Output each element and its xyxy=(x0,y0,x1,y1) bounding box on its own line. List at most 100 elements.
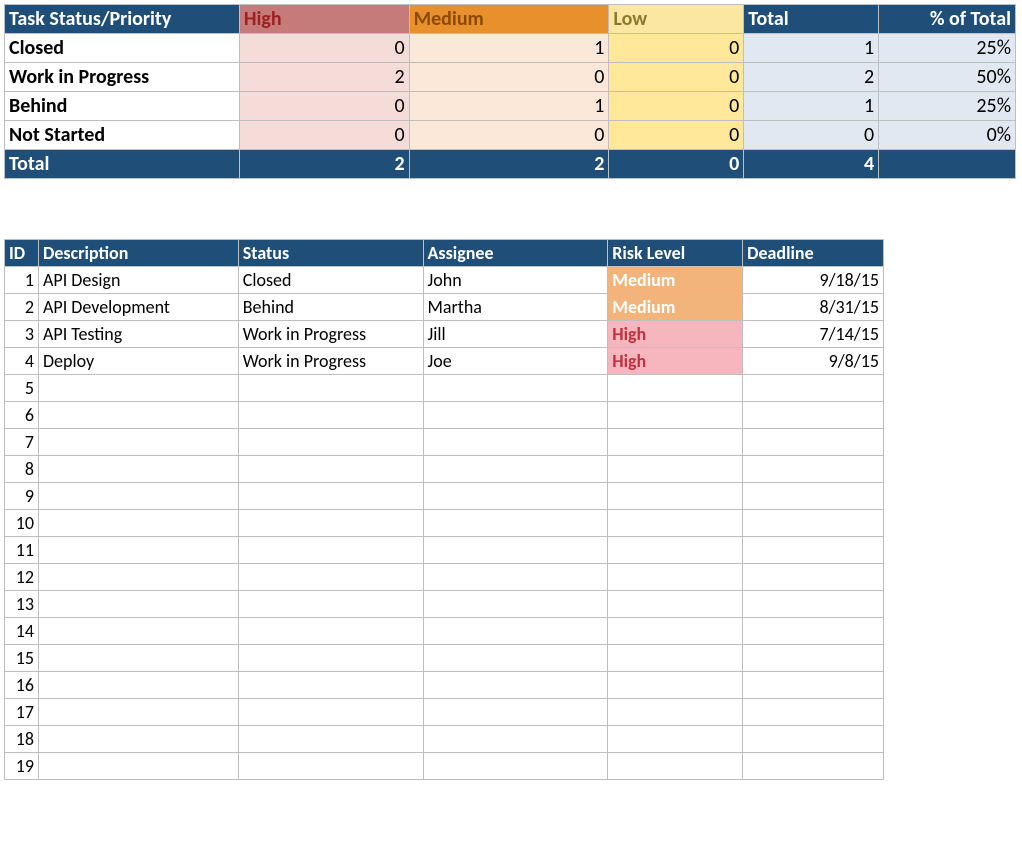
task-id[interactable]: 13 xyxy=(5,591,39,618)
totals-total[interactable]: 4 xyxy=(744,150,879,179)
cell[interactable] xyxy=(423,402,608,429)
cell[interactable]: 0 xyxy=(609,34,744,63)
col-deadline[interactable]: Deadline xyxy=(743,240,884,267)
cell[interactable] xyxy=(238,456,423,483)
task-id[interactable]: 15 xyxy=(5,645,39,672)
cell[interactable] xyxy=(423,645,608,672)
cell[interactable] xyxy=(38,618,238,645)
cell[interactable] xyxy=(743,672,884,699)
cell[interactable] xyxy=(743,456,884,483)
cell[interactable] xyxy=(238,753,423,780)
cell[interactable] xyxy=(423,456,608,483)
task-deadline[interactable]: 7/14/15 xyxy=(743,321,884,348)
task-id[interactable]: 9 xyxy=(5,483,39,510)
cell[interactable] xyxy=(238,564,423,591)
totals-label[interactable]: Total xyxy=(5,150,240,179)
cell[interactable] xyxy=(38,564,238,591)
cell[interactable] xyxy=(238,672,423,699)
col-pct[interactable]: % of Total xyxy=(879,5,1016,34)
cell[interactable] xyxy=(238,429,423,456)
cell[interactable]: 1 xyxy=(744,92,879,121)
cell[interactable] xyxy=(743,699,884,726)
cell[interactable]: 2 xyxy=(239,63,409,92)
cell[interactable]: 0 xyxy=(609,92,744,121)
task-description[interactable]: API Design xyxy=(38,267,238,294)
cell[interactable] xyxy=(238,645,423,672)
cell[interactable]: 0 xyxy=(744,121,879,150)
task-risk[interactable]: Medium xyxy=(608,294,743,321)
cell[interactable] xyxy=(38,672,238,699)
cell[interactable] xyxy=(608,456,743,483)
cell[interactable] xyxy=(423,429,608,456)
cell[interactable] xyxy=(38,753,238,780)
totals-low[interactable]: 0 xyxy=(609,150,744,179)
cell[interactable] xyxy=(238,699,423,726)
cell[interactable] xyxy=(38,537,238,564)
task-deadline[interactable]: 9/18/15 xyxy=(743,267,884,294)
cell[interactable]: 0 xyxy=(409,63,609,92)
task-id[interactable]: 2 xyxy=(5,294,39,321)
totals-medium[interactable]: 2 xyxy=(409,150,609,179)
cell[interactable] xyxy=(38,429,238,456)
task-status[interactable]: Work in Progress xyxy=(238,321,423,348)
cell[interactable] xyxy=(423,483,608,510)
cell[interactable] xyxy=(743,510,884,537)
task-description[interactable]: API Testing xyxy=(38,321,238,348)
cell[interactable] xyxy=(423,753,608,780)
cell[interactable] xyxy=(423,510,608,537)
cell[interactable] xyxy=(38,456,238,483)
task-table[interactable]: ID Description Status Assignee Risk Leve… xyxy=(4,239,884,780)
task-assignee[interactable]: Joe xyxy=(423,348,608,375)
col-assignee[interactable]: Assignee xyxy=(423,240,608,267)
cell[interactable] xyxy=(608,699,743,726)
cell[interactable]: 0% xyxy=(879,121,1016,150)
cell[interactable] xyxy=(238,402,423,429)
cell[interactable] xyxy=(608,537,743,564)
cell[interactable] xyxy=(608,483,743,510)
cell[interactable] xyxy=(743,537,884,564)
task-assignee[interactable]: Jill xyxy=(423,321,608,348)
col-id[interactable]: ID xyxy=(5,240,39,267)
cell[interactable] xyxy=(423,672,608,699)
task-deadline[interactable]: 9/8/15 xyxy=(743,348,884,375)
cell[interactable] xyxy=(423,564,608,591)
summary-table[interactable]: Task Status/Priority High Medium Low Tot… xyxy=(4,4,1016,179)
cell[interactable]: 0 xyxy=(239,34,409,63)
cell[interactable]: 0 xyxy=(239,121,409,150)
task-id[interactable]: 6 xyxy=(5,402,39,429)
cell[interactable] xyxy=(743,753,884,780)
cell[interactable] xyxy=(743,429,884,456)
cell[interactable]: 25% xyxy=(879,92,1016,121)
cell[interactable] xyxy=(743,564,884,591)
cell[interactable] xyxy=(238,483,423,510)
cell[interactable] xyxy=(238,591,423,618)
cell[interactable] xyxy=(38,699,238,726)
task-status[interactable]: Work in Progress xyxy=(238,348,423,375)
task-status[interactable]: Closed xyxy=(238,267,423,294)
col-description[interactable]: Description xyxy=(38,240,238,267)
cell[interactable] xyxy=(743,591,884,618)
cell[interactable]: 1 xyxy=(409,34,609,63)
cell[interactable] xyxy=(743,483,884,510)
cell[interactable] xyxy=(423,726,608,753)
task-description[interactable]: Deploy xyxy=(38,348,238,375)
cell[interactable] xyxy=(608,429,743,456)
task-status[interactable]: Behind xyxy=(238,294,423,321)
cell[interactable] xyxy=(38,375,238,402)
cell[interactable] xyxy=(608,591,743,618)
task-id[interactable]: 4 xyxy=(5,348,39,375)
cell[interactable]: 50% xyxy=(879,63,1016,92)
cell[interactable] xyxy=(608,753,743,780)
cell[interactable]: 25% xyxy=(879,34,1016,63)
task-risk[interactable]: High xyxy=(608,321,743,348)
col-total[interactable]: Total xyxy=(744,5,879,34)
cell[interactable] xyxy=(238,726,423,753)
task-risk[interactable]: Medium xyxy=(608,267,743,294)
task-assignee[interactable]: John xyxy=(423,267,608,294)
cell[interactable] xyxy=(238,510,423,537)
cell[interactable] xyxy=(743,645,884,672)
cell[interactable] xyxy=(608,564,743,591)
cell[interactable]: 0 xyxy=(239,92,409,121)
cell[interactable]: 1 xyxy=(744,34,879,63)
cell[interactable] xyxy=(38,645,238,672)
